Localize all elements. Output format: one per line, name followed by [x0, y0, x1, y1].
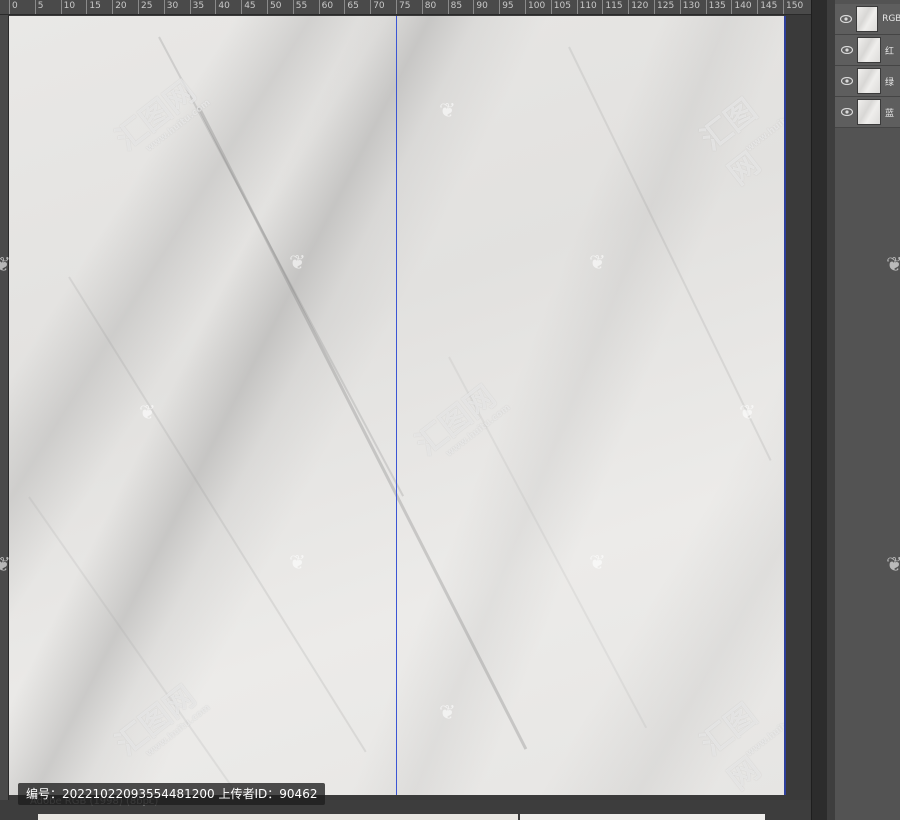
ruler-tick-label: 45	[241, 0, 256, 14]
ruler-tick-label: 120	[628, 0, 648, 14]
document-strip	[38, 814, 518, 820]
watermark-leaf-icon: ❦	[589, 250, 606, 274]
ruler-tick-label: 150	[783, 0, 803, 14]
channel-label: RGB	[882, 14, 900, 24]
watermark-info-bar: 编号：2022102209355448120​0 上传者ID：90462	[18, 783, 326, 805]
ruler-tick-label: 125	[654, 0, 674, 14]
ruler-tick-label: 105	[550, 0, 571, 14]
watermark-leaf-icon: ❦	[289, 550, 306, 574]
watermark-leaf-icon: ❦	[0, 552, 11, 576]
ruler-tick-label: 110	[576, 0, 597, 14]
ruler-tick-label: 65	[344, 0, 359, 14]
watermark-leaf-icon: ❦	[289, 250, 306, 274]
channel-thumbnail	[855, 6, 879, 32]
ruler-tick-label: 80	[421, 0, 436, 14]
vertical-guide[interactable]	[396, 16, 397, 795]
ruler-tick-label: 135	[705, 0, 726, 14]
watermark-leaf-icon: ❦	[886, 552, 900, 576]
ruler-tick-label: 35	[189, 0, 204, 14]
ruler-tick-label: 130	[679, 0, 700, 14]
channel-row[interactable]: RGB	[835, 4, 900, 35]
ruler-tick-label: 50	[267, 0, 281, 14]
ruler-tick-label: 95	[499, 0, 514, 14]
channel-label: 绿	[885, 77, 895, 88]
eye-icon[interactable]	[839, 104, 855, 120]
ruler-tick-label: 90	[473, 0, 488, 14]
ruler-tick-label: 5	[34, 0, 44, 14]
channel-row[interactable]: 绿	[835, 66, 900, 97]
ruler-tick-label: 70	[370, 0, 385, 14]
ruler-tick-label: 60	[318, 0, 333, 14]
ruler-tick-label: 25	[138, 0, 152, 14]
ruler-tick-label: 140	[731, 0, 752, 14]
ruler-tick-label: 55	[292, 0, 307, 14]
channel-thumbnail	[857, 37, 881, 63]
top-ruler[interactable]: 0 5 10 15 20 25 30 35 40 45 50 55 60 65 70 75 80 85 90 95 10…	[0, 0, 812, 15]
channels-list: RGB 红绿蓝	[835, 4, 900, 128]
eye-icon[interactable]	[839, 11, 854, 27]
ruler-tick-label: 10	[60, 0, 75, 14]
scrollbar-vertical[interactable]	[811, 0, 828, 820]
ruler-tick-label: 15	[86, 0, 101, 14]
eye-icon[interactable]	[839, 73, 855, 89]
left-ruler[interactable]	[0, 15, 9, 800]
watermark-leaf-icon: ❦	[139, 400, 156, 424]
canvas-edge	[784, 16, 786, 795]
eye-icon[interactable]	[839, 42, 855, 58]
watermark-leaf-icon: ❦	[0, 252, 11, 276]
ruler-tick-label: 40	[215, 0, 230, 14]
ruler-tick-label: 30	[163, 0, 178, 14]
ruler-tick-label: 0	[9, 0, 18, 14]
watermark-leaf-icon: ❦	[439, 700, 456, 724]
watermark-leaf-icon: ❦	[739, 400, 756, 424]
channel-thumbnail	[857, 68, 881, 94]
ruler-tick-label: 85	[447, 0, 462, 14]
channel-label: 红	[885, 46, 895, 57]
ruler-tick-label: 100	[525, 0, 545, 14]
ruler-tick-label: 145	[757, 0, 777, 14]
channel-row[interactable]: 蓝	[835, 97, 900, 128]
watermark-leaf-icon: ❦	[886, 252, 900, 276]
ruler-tick-label: 115	[602, 0, 623, 14]
channel-label: 蓝	[885, 108, 895, 119]
ruler-tick-label: 20	[112, 0, 127, 14]
watermark-leaf-icon: ❦	[589, 550, 606, 574]
panel-divider	[827, 0, 835, 820]
channel-thumbnail	[857, 99, 881, 125]
watermark-leaf-icon: ❦	[439, 98, 456, 122]
channel-row[interactable]: 红	[835, 35, 900, 66]
ruler-tick-label: 75	[396, 0, 410, 14]
document-strip	[520, 814, 765, 820]
